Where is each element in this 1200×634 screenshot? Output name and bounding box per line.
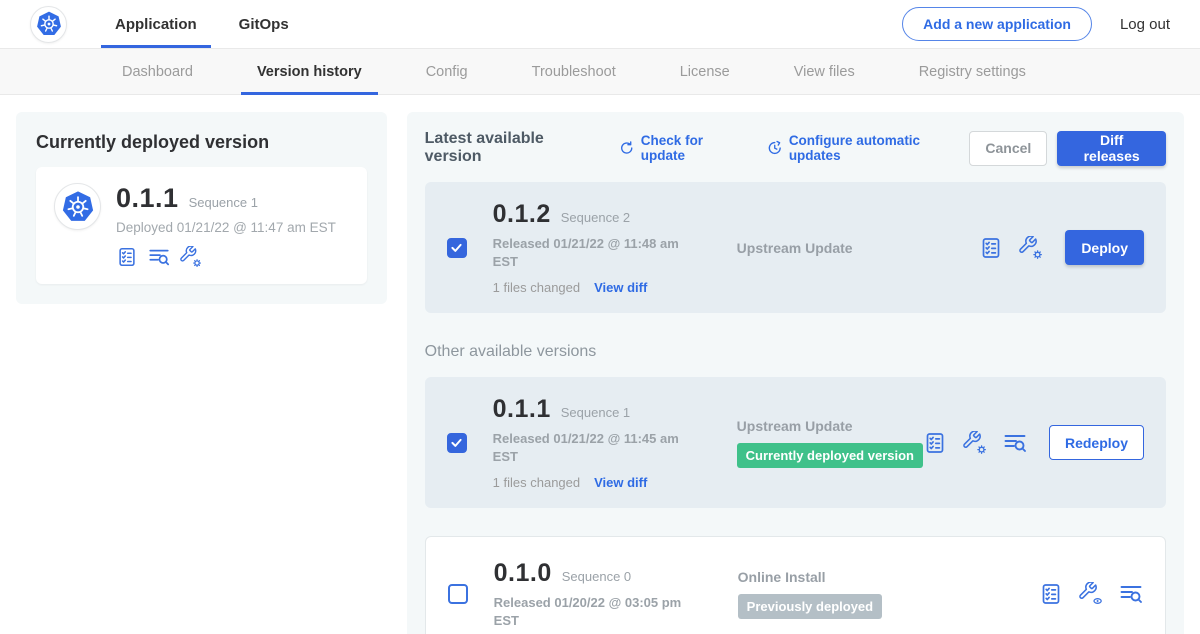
deployed-version-number: 0.1.1 <box>116 183 179 214</box>
version-source-label: Upstream Update <box>737 240 853 256</box>
files-changed-label: 1 files changed <box>493 475 580 490</box>
view-diff-link[interactable]: View diff <box>594 475 647 490</box>
check-for-update-link[interactable]: Check for update <box>619 133 747 163</box>
kubernetes-logo <box>30 6 67 43</box>
tab-application[interactable]: Application <box>101 0 211 48</box>
deployed-version-card: 0.1.1 Sequence 1 Deployed 01/21/22 @ 11:… <box>36 167 367 284</box>
version-checkbox[interactable] <box>448 584 468 604</box>
preflight-checks-icon[interactable] <box>979 236 1003 260</box>
configure-automatic-updates-label: Configure automatic updates <box>789 133 970 163</box>
kubernetes-icon <box>59 188 97 226</box>
top-nav: Application GitOps Add a new application… <box>0 0 1200 48</box>
subnav-registry-settings[interactable]: Registry settings <box>917 49 1028 94</box>
view-diff-link[interactable]: View diff <box>594 280 647 295</box>
subnav-config[interactable]: Config <box>424 49 470 94</box>
logout-button[interactable]: Log out <box>1120 16 1170 33</box>
latest-version-title: Latest available version <box>425 130 600 166</box>
version-sequence: Sequence 1 <box>561 405 630 420</box>
deployed-sequence: Sequence 1 <box>189 195 258 210</box>
version-sequence: Sequence 0 <box>562 569 631 584</box>
subnav-dashboard[interactable]: Dashboard <box>120 49 195 94</box>
kubernetes-icon <box>34 9 64 39</box>
schedule-update-icon <box>767 140 782 156</box>
files-changed-label: 1 files changed <box>493 280 580 295</box>
add-application-button[interactable]: Add a new application <box>902 7 1092 41</box>
version-checkbox[interactable] <box>447 433 467 453</box>
currently-deployed-badge: Currently deployed version <box>737 443 923 468</box>
app-subnav: Dashboard Version history Config Trouble… <box>0 48 1200 95</box>
edit-config-icon[interactable] <box>180 246 202 268</box>
deploy-logs-icon[interactable] <box>148 246 170 268</box>
subnav-version-history[interactable]: Version history <box>255 49 364 94</box>
configure-automatic-updates-link[interactable]: Configure automatic updates <box>767 133 969 163</box>
redeploy-button[interactable]: Redeploy <box>1049 425 1144 460</box>
released-timestamp: Released 01/21/22 @ 11:45 am EST <box>493 430 689 465</box>
version-checkbox[interactable] <box>447 238 467 258</box>
deployed-panel-title: Currently deployed version <box>36 132 367 153</box>
released-timestamp: Released 01/20/22 @ 03:05 pm EST <box>494 594 690 629</box>
preflight-checks-icon[interactable] <box>116 246 138 268</box>
subnav-troubleshoot[interactable]: Troubleshoot <box>530 49 618 94</box>
diff-releases-button[interactable]: Diff releases <box>1057 131 1166 166</box>
edit-config-icon[interactable] <box>963 431 987 455</box>
app-logo <box>54 183 101 230</box>
main-content: Currently deployed version 0.1.1 Sequenc… <box>0 95 1200 634</box>
version-row-0-1-2: 0.1.2 Sequence 2 Released 01/21/22 @ 11:… <box>425 182 1166 313</box>
deploy-button[interactable]: Deploy <box>1065 230 1144 265</box>
version-sequence: Sequence 2 <box>561 210 630 225</box>
check-for-update-label: Check for update <box>641 133 748 163</box>
preflight-checks-icon[interactable] <box>923 431 947 455</box>
tab-gitops[interactable]: GitOps <box>225 0 303 48</box>
refresh-icon <box>619 140 634 156</box>
top-tabs: Application GitOps <box>101 0 303 48</box>
latest-version-header: Latest available version Check for updat… <box>425 130 1166 166</box>
version-source-label: Online Install <box>738 569 826 585</box>
deploy-logs-icon[interactable] <box>1119 582 1143 606</box>
deploy-logs-icon[interactable] <box>1003 431 1027 455</box>
released-timestamp: Released 01/21/22 @ 11:48 am EST <box>493 235 689 270</box>
version-source-label: Upstream Update <box>737 418 853 434</box>
previously-deployed-badge: Previously deployed <box>738 594 882 619</box>
version-number: 0.1.1 <box>493 395 551 424</box>
currently-deployed-panel: Currently deployed version 0.1.1 Sequenc… <box>16 112 387 304</box>
view-config-icon[interactable] <box>1079 582 1103 606</box>
deployed-timestamp: Deployed 01/21/22 @ 11:47 am EST <box>116 220 336 235</box>
version-row-0-1-1: 0.1.1 Sequence 1 Released 01/21/22 @ 11:… <box>425 377 1166 508</box>
cancel-button[interactable]: Cancel <box>969 131 1047 166</box>
edit-config-icon[interactable] <box>1019 236 1043 260</box>
checkmark-icon <box>449 435 464 450</box>
version-number: 0.1.2 <box>493 200 551 229</box>
version-number: 0.1.0 <box>494 559 552 588</box>
preflight-checks-icon[interactable] <box>1039 582 1063 606</box>
subnav-license[interactable]: License <box>678 49 732 94</box>
version-row-0-1-0: 0.1.0 Sequence 0 Released 01/20/22 @ 03:… <box>425 536 1166 634</box>
version-history-panel: Latest available version Check for updat… <box>407 112 1184 634</box>
checkmark-icon <box>449 240 464 255</box>
subnav-view-files[interactable]: View files <box>792 49 857 94</box>
other-versions-title: Other available versions <box>425 343 1166 361</box>
